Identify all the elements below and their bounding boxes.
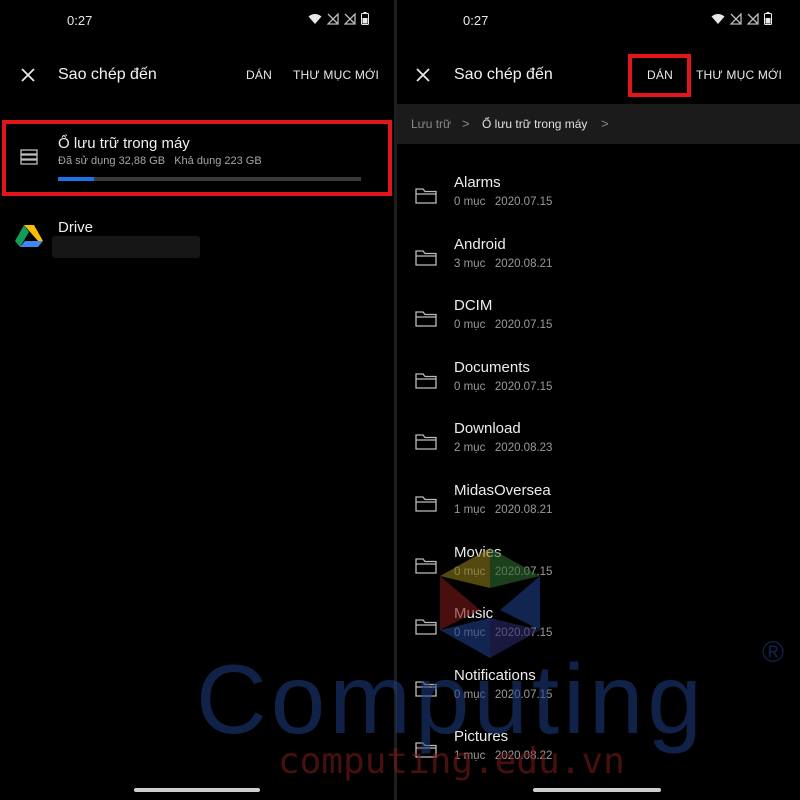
folder-item[interactable]: Android 3 mục 2020.08.21 [397,230,800,292]
folder-name: MidasOversea [454,482,551,499]
status-time: 0:27 [67,13,93,28]
close-icon[interactable] [19,66,37,84]
folder-icon [415,188,437,204]
drive-title: Drive [58,219,94,236]
folder-name: Documents [454,358,530,376]
folder-item[interactable]: Documents 0 mục 2020.07.15 [397,353,800,415]
wifi-icon [308,13,322,24]
folder-icon [415,249,437,266]
folder-icon [415,373,437,389]
watermark-brand: Computing [196,644,706,754]
page-title: Sao chép đến [454,66,553,83]
chevron-right-icon: > [601,116,609,131]
folder-icon [415,311,437,327]
drive-account-redacted [52,236,200,258]
folder-name: Download [454,420,521,438]
page-title: Sao chép đến [58,66,157,83]
status-icons [308,12,369,25]
breadcrumb-root[interactable]: Lưu trữ [411,117,451,131]
drive-icon [15,225,43,247]
folder-icon [415,557,437,574]
status-icons [711,12,772,25]
watermark-domain: computing.edu.vn [278,741,625,782]
watermark-logo [440,548,540,658]
watermark-registered: ® [762,636,785,669]
folder-icon [415,496,437,512]
folder-meta: 1 mục 2020.08.21 [454,504,553,516]
battery-icon [764,12,772,25]
new-folder-button[interactable]: THƯ MỤC MỚI [293,68,379,82]
highlight-paste [628,54,691,97]
folder-icon [415,434,437,451]
folder-item[interactable]: DCIM 0 mục 2020.07.15 [397,291,800,353]
signal-icon [344,12,356,25]
folder-meta: 3 mục 2020.08.21 [454,257,553,270]
folder-name: Alarms [454,174,501,191]
breadcrumb [397,104,800,144]
new-folder-button[interactable]: THƯ MỤC MỚI [696,68,782,82]
signal-icon [730,12,742,25]
folder-item[interactable]: Alarms 0 mục 2020.07.15 [397,168,800,230]
signal-icon [747,12,759,25]
folder-name: DCIM [454,297,493,315]
highlight-storage [2,120,392,196]
navigation-handle[interactable] [134,788,260,792]
folder-meta: 2 mục 2020.08.23 [454,442,553,455]
chevron-right-icon: > [462,116,470,131]
folder-name: Android [454,235,506,253]
wifi-icon [711,13,725,24]
paste-button[interactable]: DÁN [246,68,272,82]
signal-icon [327,12,339,25]
navigation-handle[interactable] [533,788,661,792]
folder-icon [415,619,437,635]
battery-icon [361,12,369,25]
folder-meta: 0 mục 2020.07.15 [454,319,553,332]
folder-meta: 0 mục 2020.07.15 [454,380,553,393]
status-time: 0:27 [463,13,489,28]
close-icon[interactable] [414,66,432,84]
breadcrumb-current[interactable]: Ổ lưu trữ trong máy [482,117,587,131]
folder-item[interactable]: Download 2 mục 2020.08.23 [397,414,800,476]
folder-item[interactable]: MidasOversea 1 mục 2020.08.21 [397,476,800,538]
folder-meta: 0 mục 2020.07.15 [454,196,553,208]
